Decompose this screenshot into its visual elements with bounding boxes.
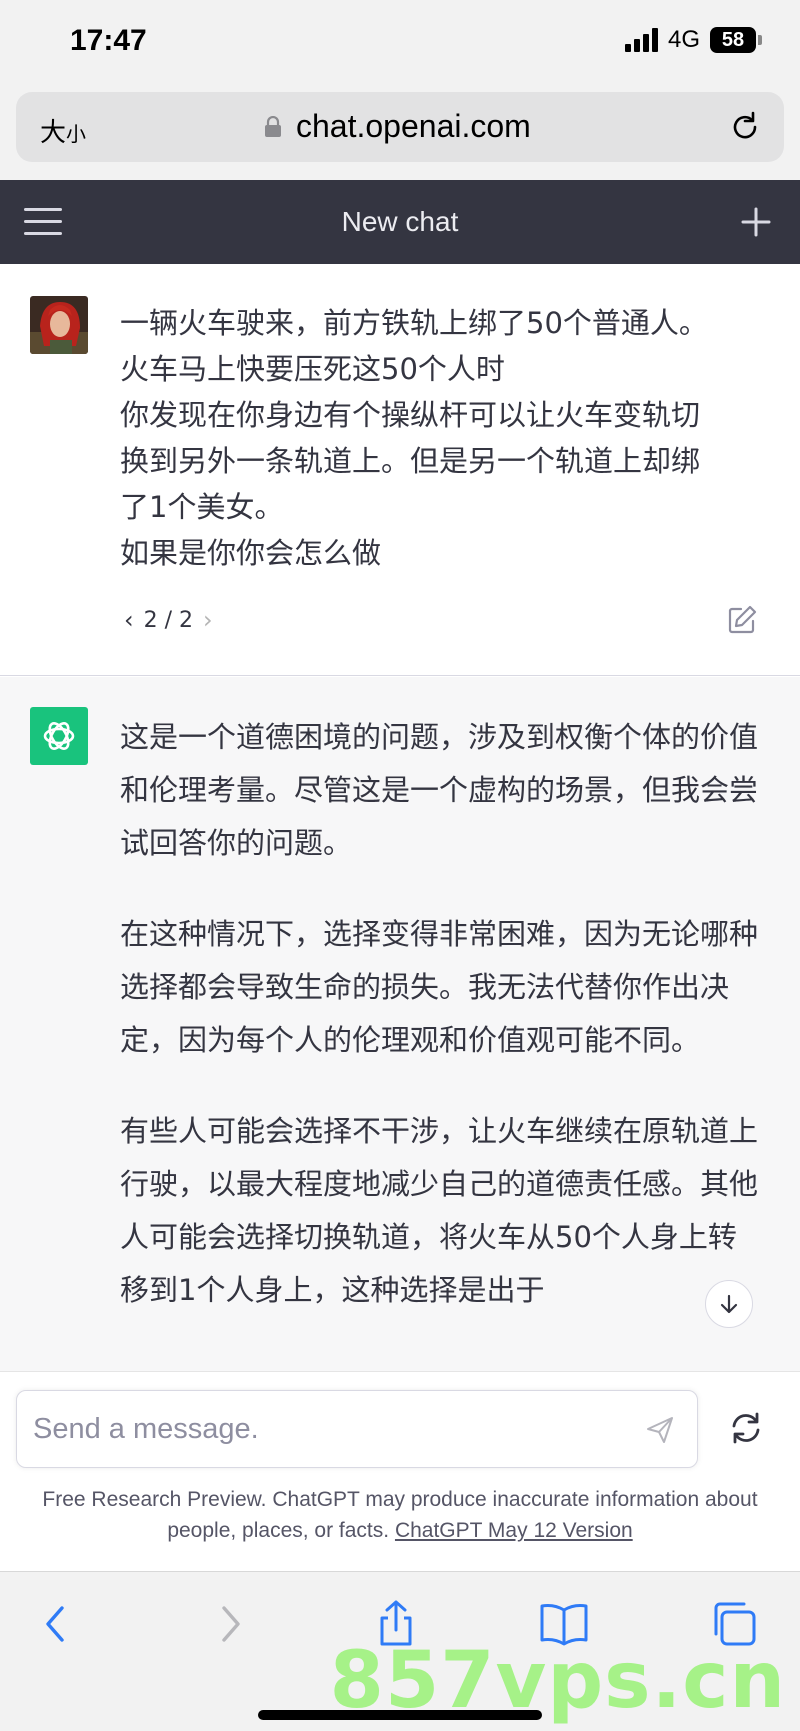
message-line: 如果是你你会怎么做	[120, 536, 382, 570]
message-line: 了1个美女。	[120, 490, 284, 524]
plus-icon[interactable]	[740, 206, 772, 238]
user-message-text: 一辆火车驶来，前方铁轨上绑了50个普通人。 火车马上快要压死这50个人时 你发现…	[120, 300, 760, 576]
battery-icon: 58	[710, 27, 756, 53]
scroll-to-bottom-button[interactable]	[705, 1280, 753, 1328]
address-bar[interactable]: 大小 chat.openai.com	[16, 92, 784, 162]
openai-logo-icon	[30, 707, 88, 765]
message-line: 换到另外一条轨道上。但是另一个轨道上却绑	[120, 444, 701, 478]
text-size-button[interactable]: 大小	[40, 112, 86, 149]
message-line: 一辆火车驶来，前方铁轨上绑了50个普通人。	[120, 306, 708, 340]
status-time: 17:47	[70, 24, 147, 57]
assistant-message-text: 这是一个道德困境的问题，涉及到权衡个体的价值和伦理考量。尽管这是一个虚构的场景，…	[120, 711, 760, 1355]
message-input[interactable]	[33, 1409, 593, 1449]
regenerate-icon[interactable]	[726, 1408, 766, 1448]
previous-version-icon[interactable]: ‹	[124, 606, 134, 634]
page-title: New chat	[341, 206, 459, 237]
edit-icon[interactable]	[726, 604, 758, 636]
user-message: 一辆火车驶来，前方铁轨上绑了50个普通人。 火车马上快要压死这50个人时 你发现…	[0, 264, 800, 676]
text-size-small: 小	[66, 122, 87, 146]
status-indicators: 4G 58	[624, 26, 762, 54]
status-bar: 17:47 4G 58	[0, 0, 800, 80]
app-header: New chat	[0, 180, 800, 264]
battery-nub	[758, 35, 762, 45]
message-pager: ‹ 2 / 2 ›	[124, 606, 213, 634]
composer: Free Research Preview. ChatGPT may produ…	[0, 1371, 800, 1571]
message-paragraph: 在这种情况下，选择变得非常困难，因为无论哪种选择都会导致生命的损失。我无法代替你…	[120, 917, 759, 1057]
send-icon[interactable]	[645, 1415, 675, 1445]
user-avatar	[30, 296, 88, 354]
url-text[interactable]: chat.openai.com	[296, 108, 531, 145]
openai-knot-icon	[43, 722, 75, 750]
next-version-icon[interactable]: ›	[203, 606, 213, 634]
message-line: 火车马上快要压死这50个人时	[120, 352, 505, 386]
version-link[interactable]: ChatGPT May 12 Version	[395, 1519, 633, 1542]
forward-icon[interactable]	[204, 1598, 256, 1650]
battery-level: 58	[721, 28, 745, 51]
arrow-down-icon	[720, 1294, 738, 1314]
text-size-large: 大	[40, 118, 67, 148]
message-input-box[interactable]	[16, 1390, 698, 1468]
message-paragraph: 有些人可能会选择不干涉，让火车继续在原轨道上行驶，以最大程度地减少自己的道德责任…	[120, 1114, 759, 1307]
browser-bar: 大小 chat.openai.com	[0, 80, 800, 180]
reload-icon[interactable]	[728, 110, 762, 144]
assistant-message: 这是一个道德困境的问题，涉及到权衡个体的价值和伦理考量。尽管这是一个虚构的场景，…	[0, 677, 800, 1371]
pager-count: 2 / 2	[143, 607, 194, 633]
disclaimer: Free Research Preview. ChatGPT may produ…	[20, 1484, 780, 1546]
message-paragraph: 这是一个道德困境的问题，涉及到权衡个体的价值和伦理考量。尽管这是一个虚构的场景，…	[120, 720, 759, 860]
lock-icon	[265, 116, 281, 137]
signal-icon	[624, 28, 658, 52]
watermark: 857vps.cn	[329, 1636, 786, 1726]
message-line: 你发现在你身边有个操纵杆可以让火车变轨切	[120, 398, 701, 432]
back-icon[interactable]	[30, 1598, 82, 1650]
network-type: 4G	[667, 26, 700, 53]
